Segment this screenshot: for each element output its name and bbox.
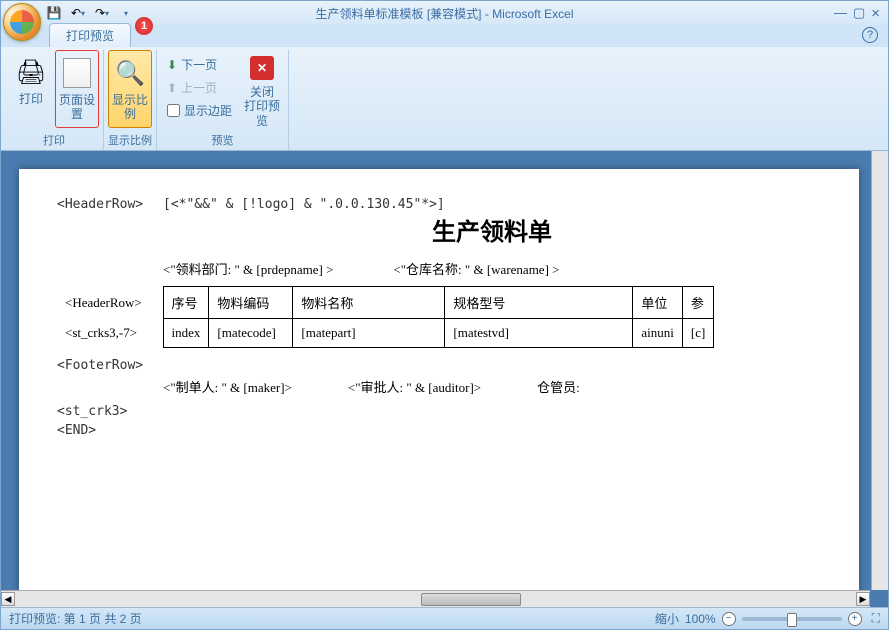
header-row-tag: <HeaderRow> — [57, 197, 163, 212]
zoom-in-button[interactable]: + — [848, 612, 862, 626]
arrow-up-icon: ⬆ — [167, 81, 177, 95]
footer-row-tag: <FooterRow> — [57, 358, 163, 373]
qat-customize-button[interactable]: ▾ — [115, 3, 137, 23]
end-tag: <END> — [57, 423, 163, 438]
page-setup-icon — [61, 57, 93, 89]
scroll-right-button[interactable]: ▶ — [856, 592, 870, 606]
document-title: 生产领料单 — [163, 212, 821, 247]
office-button[interactable] — [3, 3, 41, 41]
arrow-down-icon: ⬇ — [167, 58, 177, 72]
th-spec: 规格型号 — [445, 287, 633, 319]
status-text: 打印预览: 第 1 页 共 2 页 — [9, 610, 142, 627]
undo-icon: ↶ — [71, 6, 81, 20]
show-margins-checkbox[interactable]: 显示边距 — [161, 100, 238, 121]
chevron-down-icon: ▾ — [124, 9, 128, 18]
page-preview: <HeaderRow> [<*"&&" & [!logo] & ".0.0.13… — [19, 169, 859, 599]
zoom-out-button[interactable]: − — [722, 612, 736, 626]
magnifier-icon — [114, 57, 146, 89]
close-button[interactable]: × — [871, 5, 880, 22]
save-icon: 💾 — [47, 6, 62, 20]
zoom-button[interactable]: 显示比例 — [108, 50, 152, 128]
zoom-slider[interactable] — [742, 617, 842, 621]
maker-field: <"制单人: " & [maker]> — [163, 377, 292, 396]
td-last: [c] — [682, 319, 713, 348]
next-page-button[interactable]: ⬇下一页 — [161, 54, 238, 75]
auditor-field: <"审批人: " & [auditor]> — [348, 377, 481, 396]
minimize-button[interactable]: — — [834, 5, 847, 22]
scroll-left-button[interactable]: ◀ — [1, 592, 15, 606]
th-seq: 序号 — [163, 287, 209, 319]
qat-redo-button[interactable]: ↷▾ — [91, 3, 113, 23]
printer-icon — [15, 56, 47, 88]
close-preview-button[interactable]: ✕ 关闭打印预览 — [240, 50, 284, 128]
keeper-field: 仓管员: — [537, 377, 580, 396]
horizontal-scrollbar[interactable]: ◀ ▶ — [1, 590, 870, 607]
tab-print-preview[interactable]: 打印预览 — [49, 23, 131, 47]
td-code: [matecode] — [209, 319, 293, 348]
th-last: 参 — [682, 287, 713, 319]
restore-button[interactable]: ▢ — [853, 5, 865, 22]
print-button[interactable]: 打印 — [9, 50, 53, 128]
window-title: 生产领料单标准模板 [兼容模式] - Microsoft Excel — [315, 5, 573, 22]
qat-undo-button[interactable]: ↶▾ — [67, 3, 89, 23]
warehouse-field: <"仓库名称: " & [warename] > — [393, 259, 559, 278]
ribbon-group-preview-label: 预览 — [161, 130, 284, 150]
ribbon-group-zoom-label: 显示比例 — [108, 130, 152, 150]
td-spec: [matestvd] — [445, 319, 633, 348]
header-row-tag-2: <HeaderRow> — [57, 287, 163, 319]
dept-field: <"领料部门: " & [prdepname] > — [163, 259, 333, 278]
td-unit: ainuni — [633, 319, 683, 348]
ribbon-group-print-label: 打印 — [9, 130, 99, 150]
st-crk3-tag: <st_crk3> — [57, 404, 163, 419]
prev-page-button: ⬆上一页 — [161, 77, 238, 98]
header-expression: [<*"&&" & [!logo] & ".0.0.130.45"*>] — [163, 197, 821, 212]
th-unit: 单位 — [633, 287, 683, 319]
vertical-scrollbar[interactable] — [871, 151, 888, 590]
zoom-pct[interactable]: 100% — [685, 612, 716, 626]
scroll-thumb[interactable] — [421, 593, 521, 606]
th-code: 物料编码 — [209, 287, 293, 319]
help-button[interactable]: ? — [862, 27, 878, 43]
fullscreen-icon[interactable]: ⛶ — [872, 611, 880, 626]
zoom-label: 缩小 — [655, 610, 679, 627]
page-setup-button[interactable]: 页面设置 — [55, 50, 99, 128]
redo-icon: ↷ — [95, 6, 105, 20]
annotation-badge: 1 — [135, 17, 153, 35]
material-table: <HeaderRow> 序号 物料编码 物料名称 规格型号 单位 参 <st_c… — [57, 286, 714, 348]
detail-row-tag: <st_crks3,-7> — [57, 319, 163, 348]
qat-save-button[interactable]: 💾 — [43, 3, 65, 23]
close-icon: ✕ — [246, 56, 278, 81]
td-seq: index — [163, 319, 209, 348]
td-name: [matepart] — [293, 319, 445, 348]
th-name: 物料名称 — [293, 287, 445, 319]
